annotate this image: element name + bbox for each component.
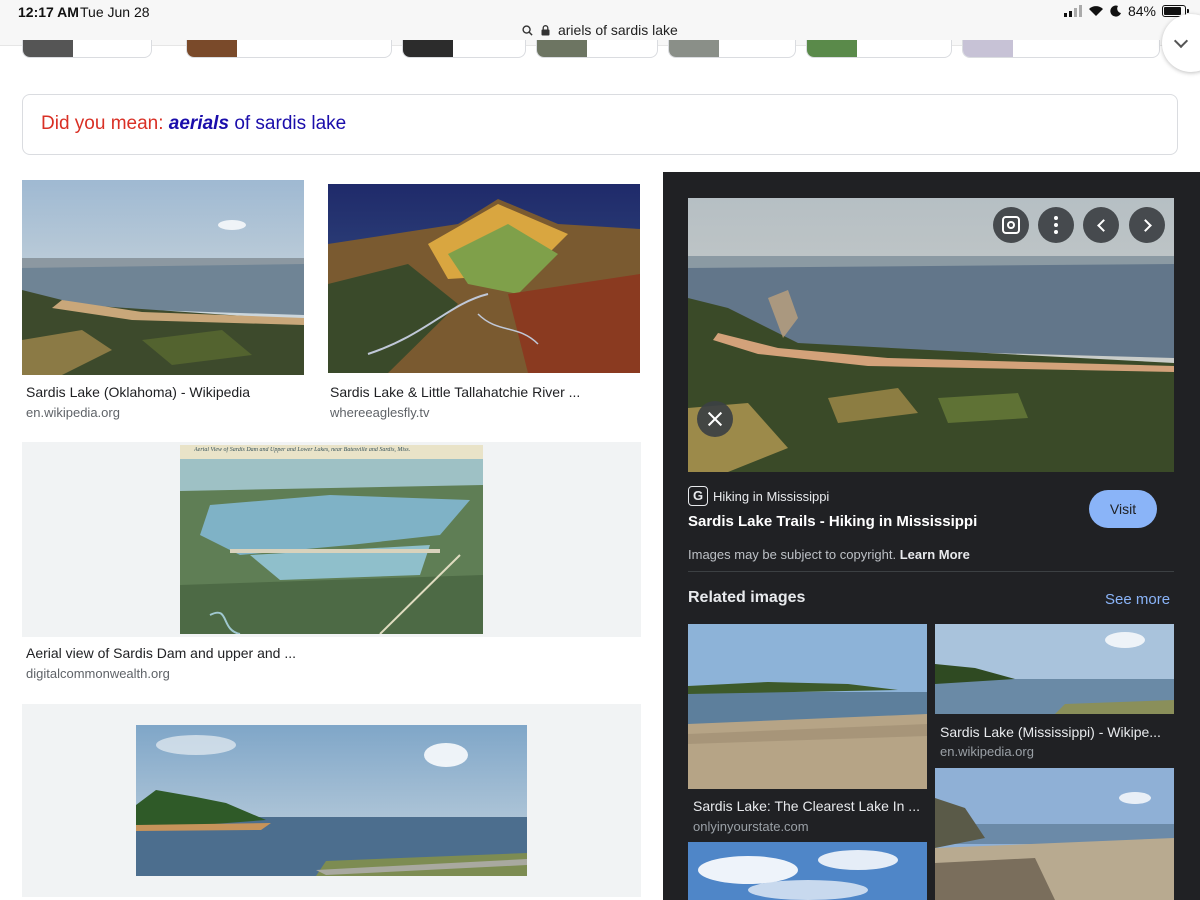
see-more-link[interactable]: See more [1105,591,1170,608]
previous-button[interactable] [1083,207,1119,243]
source-favicon: G [688,486,708,506]
result-site: en.wikipedia.org [26,405,120,420]
next-button[interactable] [1129,207,1165,243]
close-button[interactable] [697,401,733,437]
result-title[interactable]: Sardis Lake & Little Tallahatchie River … [330,384,580,400]
result-image[interactable] [328,184,640,373]
filter-chip[interactable] [186,40,392,58]
result-image[interactable]: Aerial View of Sardis Dam and Upper and … [180,445,483,634]
divider [688,571,1174,572]
result-title[interactable]: Aerial view of Sardis Dam and upper and … [26,645,296,661]
result-site: digitalcommonwealth.org [26,666,170,681]
related-images-heading: Related images [688,589,806,606]
more-options-button[interactable] [1038,207,1074,243]
visit-button[interactable]: Visit [1089,490,1157,528]
filter-chip[interactable] [962,40,1160,58]
related-site: onlyinyourstate.com [693,819,809,834]
status-indicators: 84% [1063,3,1189,19]
filter-chip[interactable] [22,40,152,58]
did-you-mean-rest[interactable]: of sardis lake [234,113,346,134]
lens-button[interactable] [993,207,1029,243]
search-icon [522,24,533,38]
address-bar[interactable]: ariels of sardis lake [0,22,1200,38]
filter-chip[interactable] [402,40,526,58]
page: 12:17 AM Tue Jun 28 ariels of sardis lak… [0,0,1200,900]
result-image[interactable] [22,180,304,375]
related-image[interactable] [935,768,1174,900]
chevron-right-icon [1138,218,1152,232]
status-time: 12:17 AM [18,4,79,20]
signal-icon [1063,5,1082,17]
filter-chip[interactable] [536,40,658,58]
source-title[interactable]: Sardis Lake Trails - Hiking in Mississip… [688,513,977,530]
did-you-mean-suggestion[interactable]: aerials [169,113,229,134]
result-image[interactable] [136,725,527,876]
related-image[interactable] [688,624,927,789]
related-image[interactable] [935,624,1174,714]
lens-icon [1002,216,1020,234]
address-text: ariels of sardis lake [557,22,678,38]
result-site: whereeaglesfly.tv [330,405,430,420]
more-vert-icon [1054,216,1058,234]
result-title[interactable]: Sardis Lake (Oklahoma) - Wikipedia [26,384,250,400]
related-title[interactable]: Sardis Lake: The Clearest Lake In ... [693,798,923,814]
did-you-mean-label: Did you mean: [41,113,164,134]
postcard-caption: Aerial View of Sardis Dam and Upper and … [194,447,411,453]
filter-chip[interactable] [668,40,796,58]
status-date: Tue Jun 28 [80,4,150,20]
related-image[interactable] [688,842,927,900]
related-title[interactable]: Sardis Lake (Mississippi) - Wikipe... [940,724,1170,740]
chevron-down-icon [1173,33,1189,49]
did-you-mean-box: Did you mean: aerials of sardis lake [22,94,1178,155]
copyright-text: Images may be subject to copyright. [688,547,897,562]
source-name[interactable]: Hiking in Mississippi [713,489,829,504]
wifi-icon [1088,5,1104,17]
chevron-left-icon [1096,218,1110,232]
filter-chip[interactable] [806,40,952,58]
copyright-notice: Images may be subject to copyright. Lear… [688,547,970,562]
learn-more-link[interactable]: Learn More [900,547,970,562]
related-site: en.wikipedia.org [940,744,1034,759]
battery-percent: 84% [1127,3,1156,19]
moon-icon [1110,5,1122,17]
lock-icon [541,24,550,38]
